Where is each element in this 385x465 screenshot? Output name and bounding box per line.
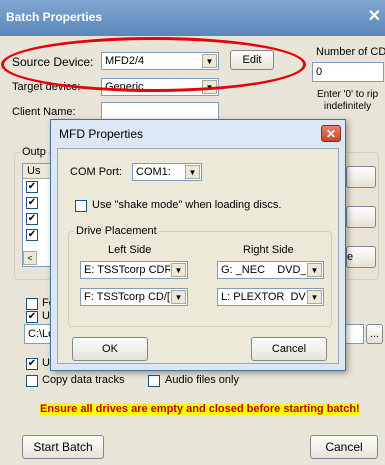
shake-mode-checkbox[interactable] xyxy=(75,200,87,212)
left-drive-value-1: E: TSSTcorp CDR xyxy=(84,264,170,276)
left-drive-select-2[interactable]: F: TSSTcorp CD/[ ▼ xyxy=(80,288,188,306)
start-batch-button[interactable]: Start Batch xyxy=(22,435,104,459)
ok-button[interactable]: OK xyxy=(72,337,148,361)
target-device-value: Generic xyxy=(105,81,144,93)
chevron-down-icon[interactable]: ▼ xyxy=(307,290,322,304)
number-of-cds-input[interactable]: 0 xyxy=(312,62,384,82)
output-side-button-3[interactable]: e xyxy=(346,246,376,268)
number-of-cds-label: Number of CDs xyxy=(316,46,385,58)
window-title: Batch Properties xyxy=(6,10,103,24)
copy-data-tracks-checkbox[interactable] xyxy=(26,375,38,387)
right-side-label: Right Side xyxy=(243,244,294,256)
list-header: Us xyxy=(23,164,51,179)
mfd-properties-dialog: MFD Properties ✕ COM Port: COM1: ▼ Use "… xyxy=(50,119,346,371)
window-close-icon[interactable]: ✕ xyxy=(368,6,381,26)
source-device-select[interactable]: MFD2/4 ▼ xyxy=(101,52,219,70)
right-drive-value-1: G: _NEC DVD_ xyxy=(221,264,306,276)
list-header-label: Us xyxy=(27,165,41,177)
source-device-value: MFD2/4 xyxy=(105,55,145,67)
cancel-button[interactable]: Cancel xyxy=(310,435,378,459)
us-checkbox-1[interactable]: ✔ xyxy=(26,311,38,323)
output-side-button-3-label: e xyxy=(347,251,354,263)
target-device-select[interactable]: Generic ▼ xyxy=(101,78,219,96)
rip-hint-text: Enter '0' to rip indefinitely xyxy=(316,89,379,112)
chevron-down-icon[interactable]: ▼ xyxy=(185,165,200,179)
chevron-down-icon[interactable]: ▼ xyxy=(171,290,186,304)
list-row-checkbox[interactable]: ✔ xyxy=(26,197,38,209)
source-device-label: Source Device: xyxy=(12,55,94,69)
copy-data-tracks-label: Copy data tracks xyxy=(42,374,125,386)
warning-message: Ensure all drives are empty and closed b… xyxy=(40,403,360,415)
dialog-cancel-button[interactable]: Cancel xyxy=(251,337,327,361)
com-port-select[interactable]: COM1: ▼ xyxy=(132,163,202,181)
list-row-checkbox[interactable]: ✔ xyxy=(26,213,38,225)
scroll-left-icon[interactable]: < xyxy=(23,251,37,265)
drive-placement-label: Drive Placement xyxy=(74,225,159,237)
right-drive-select-2[interactable]: L: PLEXTOR DVD ▼ xyxy=(217,288,324,306)
client-name-label: Client Name: xyxy=(12,106,76,118)
output-side-button-2[interactable] xyxy=(346,206,376,228)
left-drive-value-2: F: TSSTcorp CD/[ xyxy=(84,291,170,303)
com-port-label: COM Port: xyxy=(70,166,122,178)
dialog-close-icon[interactable]: ✕ xyxy=(321,125,341,142)
right-drive-select-1[interactable]: G: _NEC DVD_ ▼ xyxy=(217,261,324,279)
browse-button[interactable]: ... xyxy=(366,324,383,344)
target-device-label: Target device: xyxy=(12,81,81,93)
dialog-body: COM Port: COM1: ▼ Use "shake mode" when … xyxy=(57,148,339,364)
audio-files-only-label: Audio files only xyxy=(165,374,239,386)
left-drive-select-1[interactable]: E: TSSTcorp CDR ▼ xyxy=(80,261,188,279)
list-row-checkbox[interactable]: ✔ xyxy=(26,181,38,193)
chevron-down-icon[interactable]: ▼ xyxy=(202,54,217,68)
com-port-value: COM1: xyxy=(136,166,171,178)
shake-mode-label: Use "shake mode" when loading discs. xyxy=(92,199,282,211)
output-side-button-1[interactable] xyxy=(346,166,376,188)
dialog-title: MFD Properties xyxy=(59,127,144,141)
left-side-label: Left Side xyxy=(108,244,152,256)
chevron-down-icon[interactable]: ▼ xyxy=(171,263,186,277)
edit-button[interactable]: Edit xyxy=(230,50,274,70)
chevron-down-icon[interactable]: ▼ xyxy=(202,80,217,94)
us-checkbox-2[interactable]: ✔ xyxy=(26,358,38,370)
number-of-cds-value: 0 xyxy=(316,66,323,78)
chevron-down-icon[interactable]: ▼ xyxy=(307,263,322,277)
audio-files-only-checkbox[interactable] xyxy=(148,375,160,387)
right-drive-value-2: L: PLEXTOR DVD xyxy=(221,291,306,303)
output-group-label: Outp xyxy=(20,146,48,158)
list-row-checkbox[interactable]: ✔ xyxy=(26,229,38,241)
fo-checkbox[interactable] xyxy=(26,298,38,310)
